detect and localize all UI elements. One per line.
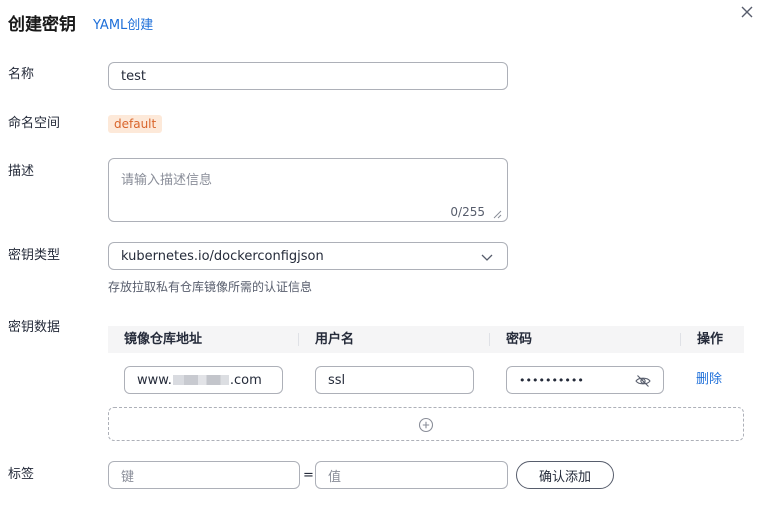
column-divider: [489, 333, 490, 346]
registry-address-prefix: www.: [137, 372, 172, 388]
password-value: ••••••••••: [519, 373, 584, 387]
redacted-region: [172, 375, 229, 385]
description-placeholder: 请输入描述信息: [121, 173, 213, 188]
dialog-title: 创建密钥: [8, 15, 76, 35]
column-divider: [680, 333, 681, 346]
column-header-action: 操作: [697, 332, 724, 347]
registry-address-suffix: .com: [229, 372, 262, 388]
yaml-create-link[interactable]: YAML创建: [93, 18, 153, 34]
resize-handle-icon[interactable]: [493, 208, 502, 219]
secret-data-table-header: 镜像仓库地址 用户名 密码 操作: [108, 326, 744, 353]
name-label: 名称: [8, 67, 35, 82]
equals-sign: =: [303, 468, 314, 483]
tag-value-input[interactable]: 值: [315, 461, 508, 489]
description-label: 描述: [8, 164, 35, 179]
confirm-add-tag-button[interactable]: 确认添加: [516, 461, 614, 489]
registry-address-input[interactable]: www. .com: [124, 366, 283, 394]
name-input[interactable]: test: [108, 62, 508, 90]
description-counter: 0/255: [450, 205, 485, 219]
tag-key-input[interactable]: 键: [108, 461, 300, 489]
tags-label: 标签: [8, 467, 35, 482]
namespace-badge: default: [108, 115, 163, 133]
tag-key-placeholder: 键: [121, 469, 135, 485]
username-value: ssl: [328, 372, 346, 388]
plus-circle-icon: [418, 417, 434, 433]
eye-off-icon[interactable]: [635, 374, 651, 388]
delete-row-link[interactable]: 删除: [696, 372, 722, 388]
column-header-password: 密码: [506, 332, 533, 347]
secret-data-label: 密钥数据: [8, 320, 61, 335]
name-input-value: test: [121, 68, 146, 84]
column-header-registry: 镜像仓库地址: [124, 332, 203, 347]
column-header-username: 用户名: [315, 332, 355, 347]
close-icon[interactable]: [737, 2, 757, 22]
description-textarea[interactable]: 请输入描述信息 0/255: [108, 158, 508, 222]
namespace-label: 命名空间: [8, 116, 61, 131]
chevron-down-icon: [481, 251, 493, 263]
add-row-button[interactable]: [108, 407, 744, 441]
secret-type-label: 密钥类型: [8, 248, 61, 263]
secret-type-select[interactable]: kubernetes.io/dockerconfigjson: [108, 242, 508, 270]
password-input[interactable]: ••••••••••: [506, 366, 664, 394]
tag-value-placeholder: 值: [328, 469, 342, 485]
secret-type-value: kubernetes.io/dockerconfigjson: [121, 248, 324, 264]
secret-type-hint: 存放拉取私有仓库镜像所需的认证信息: [108, 280, 313, 294]
username-input[interactable]: ssl: [315, 366, 474, 394]
column-divider: [298, 333, 299, 346]
